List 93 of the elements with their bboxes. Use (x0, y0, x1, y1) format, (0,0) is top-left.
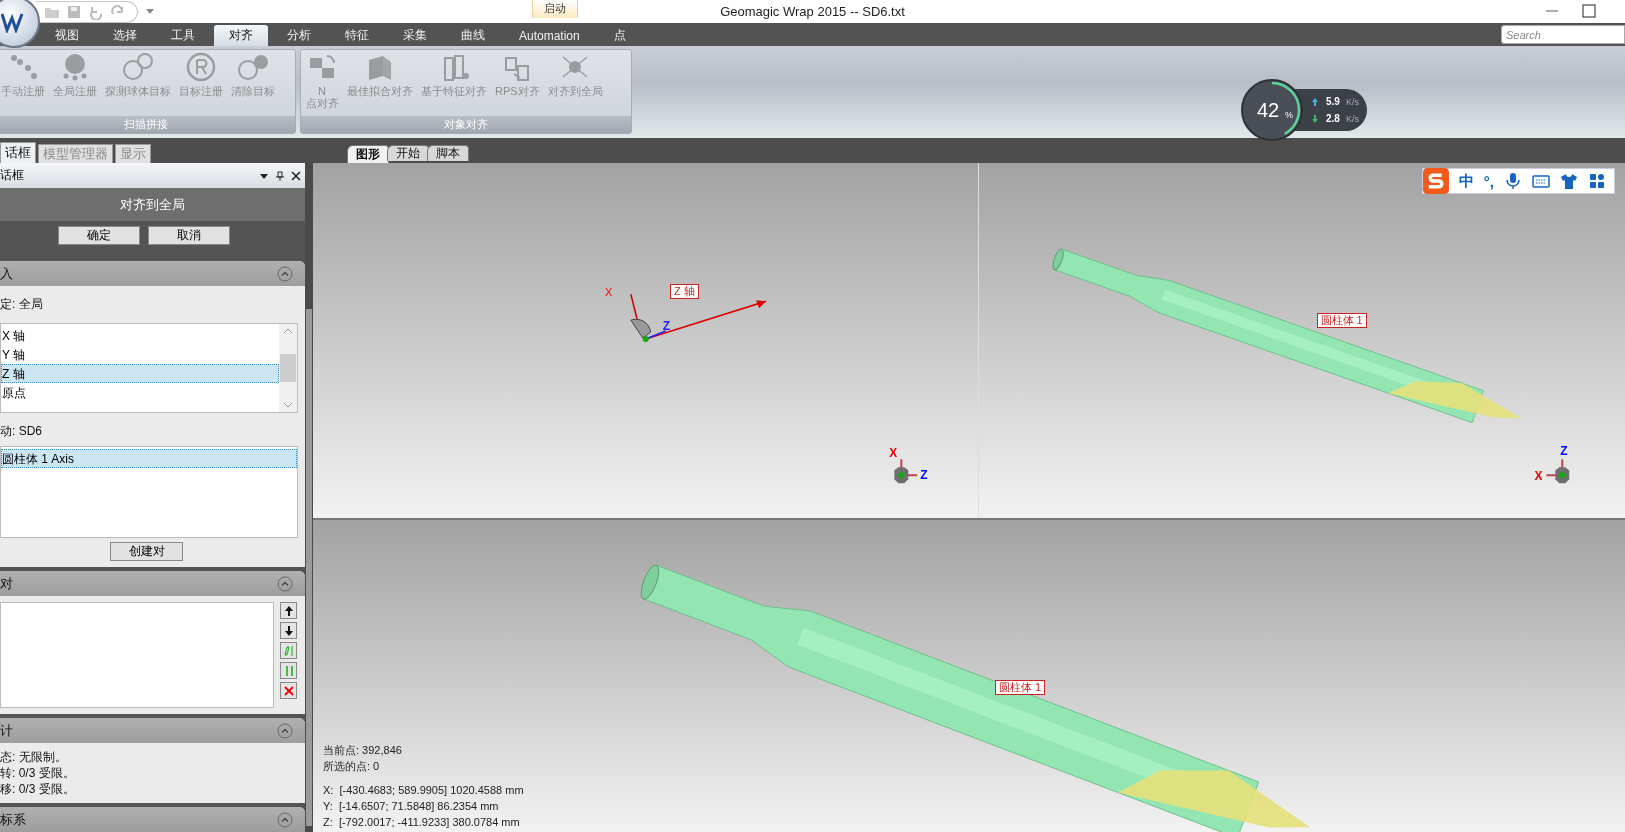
swap-button[interactable] (280, 662, 297, 679)
delete-button[interactable] (280, 682, 297, 699)
save-icon[interactable] (66, 3, 82, 20)
collapse-icon[interactable] (277, 265, 293, 282)
close-icon[interactable] (291, 170, 301, 181)
document-tab[interactable]: 图形 (347, 145, 389, 163)
keyboard-icon[interactable] (1532, 172, 1550, 190)
ribbon-tab[interactable]: 选择 (98, 25, 152, 46)
section-title: 对 (0, 574, 13, 593)
list-item[interactable]: Y 轴 (1, 345, 279, 364)
collapse-icon[interactable] (277, 811, 293, 828)
point-count: 所选的点: 0 (323, 759, 381, 774)
list-item[interactable]: X 轴 (1, 326, 279, 345)
field-label: 定: 全局 (0, 296, 44, 313)
list-item[interactable]: 原点 (1, 383, 279, 402)
section-title: 入 (0, 264, 13, 283)
speed-unit: K/s (1345, 96, 1359, 107)
close-icon (283, 685, 294, 696)
window-title: Geomagic Wrap 2015 -- SD6.txt (720, 4, 905, 19)
ribbon-tab[interactable]: 分析 (272, 25, 326, 46)
ribbon-tab[interactable]: 工具 (156, 25, 210, 46)
point-count: 当前点: 392,846 (323, 743, 403, 758)
s-logo-icon[interactable] (1422, 168, 1449, 194)
stat-line: 态: 无限制。 (0, 749, 68, 765)
section-header[interactable]: 入 (0, 261, 305, 286)
list-item[interactable]: Z 轴 (1, 364, 279, 383)
usage-percent: 42 (1256, 99, 1280, 121)
search-field[interactable]: Search (1501, 25, 1625, 44)
targets-icon (121, 52, 155, 82)
dialog-title: 对齐到全局 (0, 188, 305, 221)
speed-unit: K/s (1345, 113, 1359, 124)
context-tab[interactable]: 启动 (532, 0, 578, 18)
create-pair-button[interactable]: 创建对 (110, 542, 183, 561)
bounds-line: Y: [-14.6507; 71.5848] 86.2354 mm (323, 799, 500, 814)
pin-icon[interactable] (275, 170, 285, 181)
section-title: 计 (0, 721, 13, 740)
cylinder-label: 圆柱体 1 (995, 680, 1046, 695)
shirt-icon[interactable] (1560, 172, 1578, 190)
panel-tab[interactable]: 话框 (0, 142, 36, 163)
cancel-button[interactable]: 取消 (148, 226, 230, 245)
download-speed: 2.8 (1326, 113, 1340, 124)
ribbon-tab[interactable]: 对齐 (214, 25, 268, 46)
scroll-up-icon[interactable] (284, 328, 292, 333)
section-title: 标系 (0, 810, 26, 829)
grid-icon[interactable] (1588, 172, 1606, 190)
ribbon-tab[interactable]: 特征 (330, 25, 384, 46)
up-arrow-icon (283, 605, 294, 616)
axis-triad-drawing: Z X (1533, 444, 1569, 484)
maximize-icon[interactable] (1582, 4, 1596, 18)
bounds-line: Z: [-792.0017; -411.9233] 380.0784 mm (323, 815, 521, 830)
group-label: 对象对齐 (301, 116, 631, 133)
app-logo[interactable] (0, 0, 40, 48)
scroll-down-icon[interactable] (284, 403, 292, 408)
axis-triad-drawing: X Z (889, 446, 928, 484)
microphone-icon[interactable] (1504, 172, 1522, 190)
ribbon-tab[interactable]: Automation (504, 25, 595, 46)
r-target-icon (184, 52, 218, 82)
section-header[interactable]: 对 (0, 571, 305, 596)
axis-label: Z 轴 (670, 284, 699, 299)
ok-button[interactable]: 确定 (58, 226, 140, 245)
move-up-button[interactable] (280, 602, 297, 619)
stat-line: 移: 0/3 受限。 (0, 781, 76, 797)
ribbon-tab[interactable]: 视图 (40, 25, 94, 46)
down-arrow-icon (1310, 113, 1320, 124)
ime-button[interactable]: 中 (1458, 171, 1474, 191)
percent-unit: % (1285, 110, 1293, 120)
ime-button[interactable]: °, (1483, 172, 1494, 190)
move-down-button[interactable] (280, 622, 297, 639)
scrollbar-thumb[interactable] (306, 309, 312, 826)
targets-icon (236, 52, 270, 82)
ribbon-tab[interactable]: 点 (598, 25, 641, 46)
section-header[interactable]: 计 (0, 718, 305, 743)
field-label: 动: SD6 (0, 423, 43, 440)
collapse-icon[interactable] (277, 575, 293, 592)
document-tab[interactable]: 脚本 (427, 145, 469, 161)
swap-arrows-icon (283, 665, 294, 676)
stat-line: 转: 0/3 受限。 (0, 765, 76, 781)
scrollbar[interactable] (279, 324, 297, 412)
collapse-icon[interactable] (277, 722, 293, 739)
plane-arrow-icon (283, 645, 294, 656)
bounds-line: X: [-430.4683; 589.9905] 1020.4588 mm (323, 783, 524, 798)
ribbon-tab[interactable]: 采集 (388, 25, 442, 46)
cylinder-label: 圆柱体 1 (1316, 313, 1367, 328)
document-tab[interactable]: 开始 (387, 145, 429, 161)
upload-speed: 5.9 (1326, 96, 1340, 107)
panel-title: 话框 (0, 167, 24, 184)
section-header[interactable]: 标系 (0, 807, 305, 832)
caret-icon[interactable] (146, 8, 154, 15)
list-item[interactable]: 圆柱体 1 Axis (1, 449, 297, 468)
group-label: 扫描拼接 (0, 116, 295, 133)
down-arrow-icon (283, 625, 294, 636)
ribbon-tab[interactable]: 曲线 (446, 25, 500, 46)
up-arrow-icon (1310, 96, 1320, 107)
